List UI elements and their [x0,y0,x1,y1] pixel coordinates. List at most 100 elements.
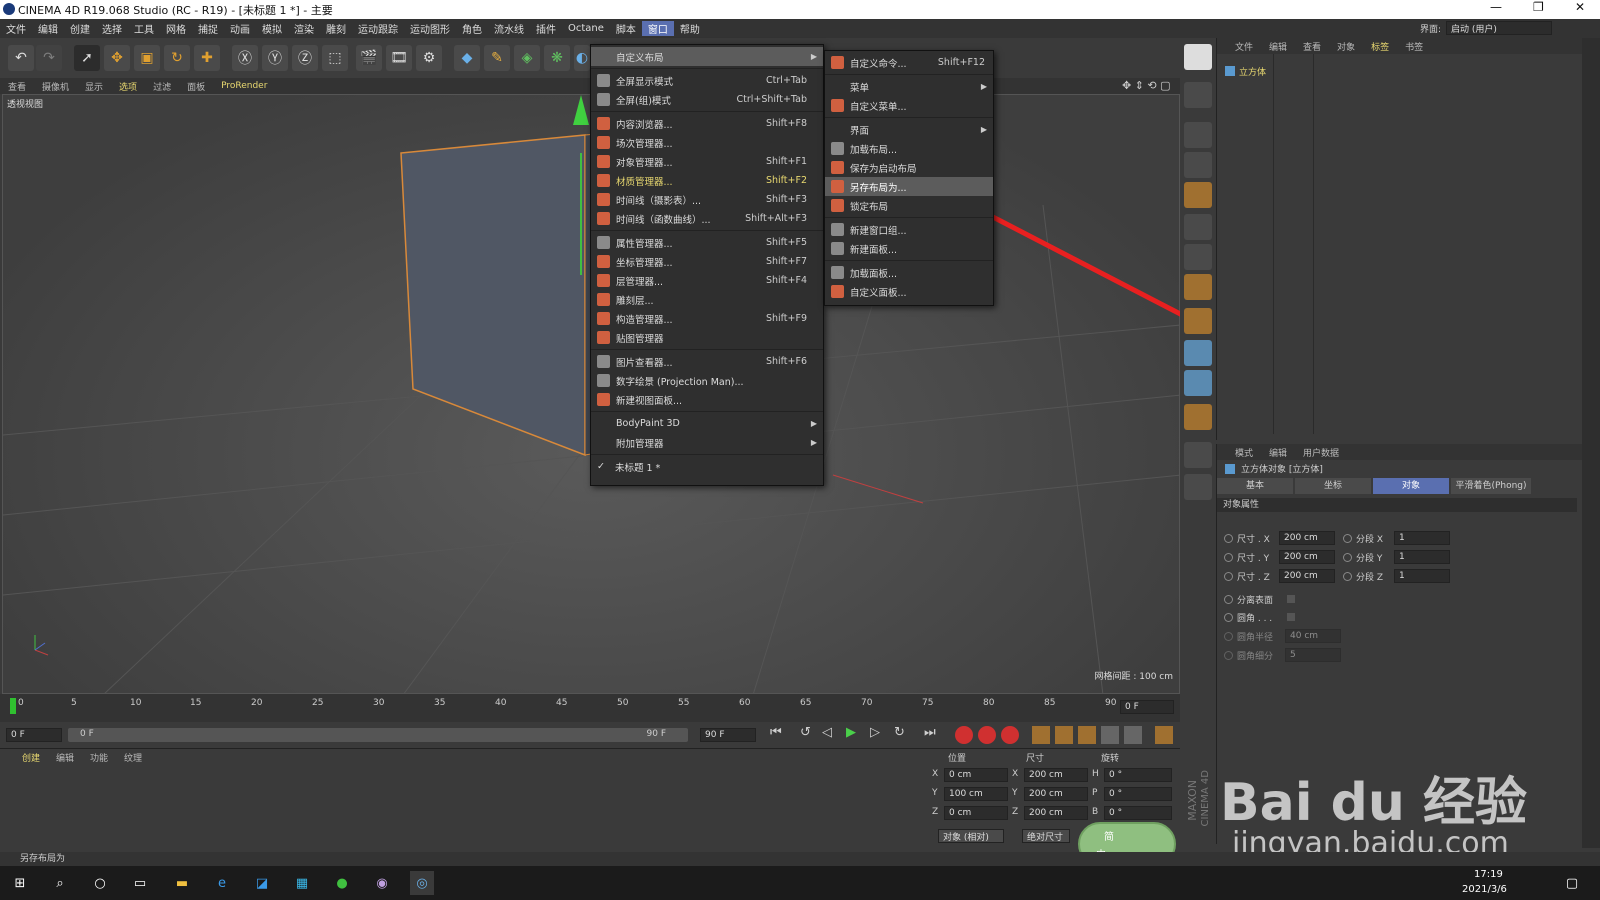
anim-dot-icon[interactable] [1343,552,1352,562]
submenu-new-palette[interactable]: 新建面板... [825,239,993,258]
key-rotation-icon[interactable] [1078,726,1096,744]
snap-s-icon[interactable] [1184,370,1212,396]
submenu-interface[interactable]: 界面 ▶ [825,120,993,139]
viewport-panel[interactable]: 面板 [179,80,213,93]
playhead[interactable] [10,698,16,714]
file-explorer-icon[interactable]: ▬ [170,871,194,895]
viewport-nav-icons[interactable]: ✥ ⇕ ⟲ ▢ [1122,79,1171,92]
menu-tools[interactable]: 工具 [128,21,160,36]
workplane-icon[interactable] [1184,308,1212,334]
array-icon[interactable]: ❋ [544,45,570,71]
subdivision-icon[interactable]: ◈ [514,45,540,71]
wechat-icon[interactable]: ● [330,871,354,895]
render-picture-viewer-icon[interactable]: 🎞 [386,45,412,71]
recent-tool-icon[interactable]: ✚ [194,45,220,71]
menu-edit[interactable]: 编辑 [32,21,64,36]
om-menu-edit[interactable]: 编辑 [1269,40,1287,53]
x-axis-icon[interactable]: Ⓧ [232,45,258,71]
snap-magnet-icon[interactable] [1184,340,1212,366]
coord-mode-select[interactable]: 对象 (相对) [938,829,1004,843]
menu-character[interactable]: 角色 [456,21,488,36]
menu-file[interactable]: 文件 [0,21,32,36]
search-icon[interactable]: ⌕ [48,871,72,895]
scale-tool-icon[interactable]: ▣ [134,45,160,71]
end-frame-field[interactable]: 90 F [700,728,756,742]
submenu-customize-menus[interactable]: 自定义菜单... [825,96,993,115]
goto-end-icon[interactable]: ⏭ [924,725,936,740]
menu-item-coordinate-manager[interactable]: 坐标管理器... Shift+F7 [591,252,823,271]
key-position-icon[interactable] [1032,726,1050,744]
select-tool-icon[interactable]: ➚ [74,45,100,71]
edge-cube-icon[interactable] [1184,244,1212,270]
viewport-options[interactable]: 选项 [111,80,145,93]
workplane-lock-icon[interactable] [1184,404,1212,430]
cube-primitive-icon[interactable]: ◆ [454,45,480,71]
seg-z-field[interactable]: 1 [1394,569,1450,583]
checker-cube-icon[interactable] [1184,152,1212,178]
fillet-checkbox[interactable] [1287,613,1295,621]
am-menu-edit[interactable]: 编辑 [1269,446,1287,459]
keyframe-selection-icon[interactable] [1001,726,1019,744]
anim-dot-icon[interactable] [1224,533,1233,543]
mat-menu-function[interactable]: 功能 [90,751,108,764]
anim-dot-icon[interactable] [1224,612,1233,622]
om-menu-view[interactable]: 查看 [1303,40,1321,53]
render-view-icon[interactable]: 🎬 [356,45,382,71]
size-z-field[interactable]: 200 cm [1279,569,1335,583]
tab-coord[interactable]: 坐标 [1295,478,1371,494]
om-menu-object[interactable]: 对象 [1337,40,1355,53]
task-view-icon[interactable]: ▭ [128,871,152,895]
menu-item-fullscreen[interactable]: 全屏显示模式 Ctrl+Tab [591,71,823,90]
viewport-display[interactable]: 显示 [77,80,111,93]
edge-icon[interactable]: e [210,871,234,895]
submenu-lock-layout[interactable]: 锁定布局 [825,196,993,215]
submenu-save-layout-as[interactable]: 另存布局为... [825,177,993,196]
separate-checkbox[interactable] [1287,595,1295,603]
menu-item-bodypaint[interactable]: BodyPaint 3D ▶ [591,414,823,433]
globe-icon[interactable] [1184,82,1212,108]
mat-menu-texture[interactable]: 纹理 [124,751,142,764]
menu-select[interactable]: 选择 [96,21,128,36]
menu-item-layer-manager[interactable]: 层管理器... Shift+F4 [591,271,823,290]
menu-pipeline[interactable]: 流水线 [488,21,530,36]
menu-item-projection-man[interactable]: 数字绘景 (Projection Man)... [591,371,823,390]
prev-key-icon[interactable]: ↺ [800,725,811,740]
close-button[interactable]: ✕ [1575,0,1585,14]
anim-dot-icon[interactable] [1343,533,1352,543]
om-menu-file[interactable]: 文件 [1235,40,1253,53]
start-frame-field[interactable]: 0 F [6,728,62,742]
seg-x-field[interactable]: 1 [1394,531,1450,545]
key-param-icon[interactable] [1101,726,1119,744]
y-axis-arrow-icon[interactable] [573,95,589,125]
rotate-tool-icon[interactable]: ↻ [164,45,190,71]
menu-item-fullscreen-group[interactable]: 全屏(组)模式 Ctrl+Shift+Tab [591,90,823,109]
menu-item-texture-manager[interactable]: 贴图管理器 [591,328,823,347]
seg-y-field[interactable]: 1 [1394,550,1450,564]
size-x-field[interactable]: 200 cm [1279,531,1335,545]
point-cube-icon[interactable] [1184,274,1212,300]
render-settings-icon[interactable]: ⚙ [416,45,442,71]
move-tool-icon[interactable]: ✥ [104,45,130,71]
notifications-icon[interactable]: ▢ [1560,871,1584,895]
polygon-cube-icon[interactable] [1184,214,1212,240]
viewport-camera[interactable]: 摄像机 [34,80,77,93]
x-axis-handle[interactable] [832,474,924,504]
maximize-button[interactable]: ❐ [1533,0,1544,14]
am-menu-userdata[interactable]: 用户数据 [1303,446,1339,459]
goto-start-icon[interactable]: ⏮ [770,725,782,740]
next-key-icon[interactable]: ↻ [894,725,905,740]
menu-window[interactable]: 窗口 [641,21,674,36]
submenu-menus[interactable]: 菜单 ▶ [825,77,993,96]
menu-motion-tracking[interactable]: 运动跟踪 [352,21,404,36]
pen-spline-icon[interactable]: ✎ [484,45,510,71]
timeline-ruler[interactable] [0,694,1180,722]
windows-start-icon[interactable]: ⊞ [8,871,32,895]
prev-frame-icon[interactable]: ◁ [822,725,832,740]
cube-front-face[interactable] [400,134,586,457]
anim-dot-icon[interactable] [1224,571,1233,581]
cube-icon[interactable] [1184,122,1212,148]
timeline-window-icon[interactable] [1155,726,1173,744]
menu-mesh[interactable]: 网格 [160,21,192,36]
coordinate-system-icon[interactable]: ⬚ [322,45,348,71]
menu-item-attribute-manager[interactable]: 属性管理器... Shift+F5 [591,233,823,252]
